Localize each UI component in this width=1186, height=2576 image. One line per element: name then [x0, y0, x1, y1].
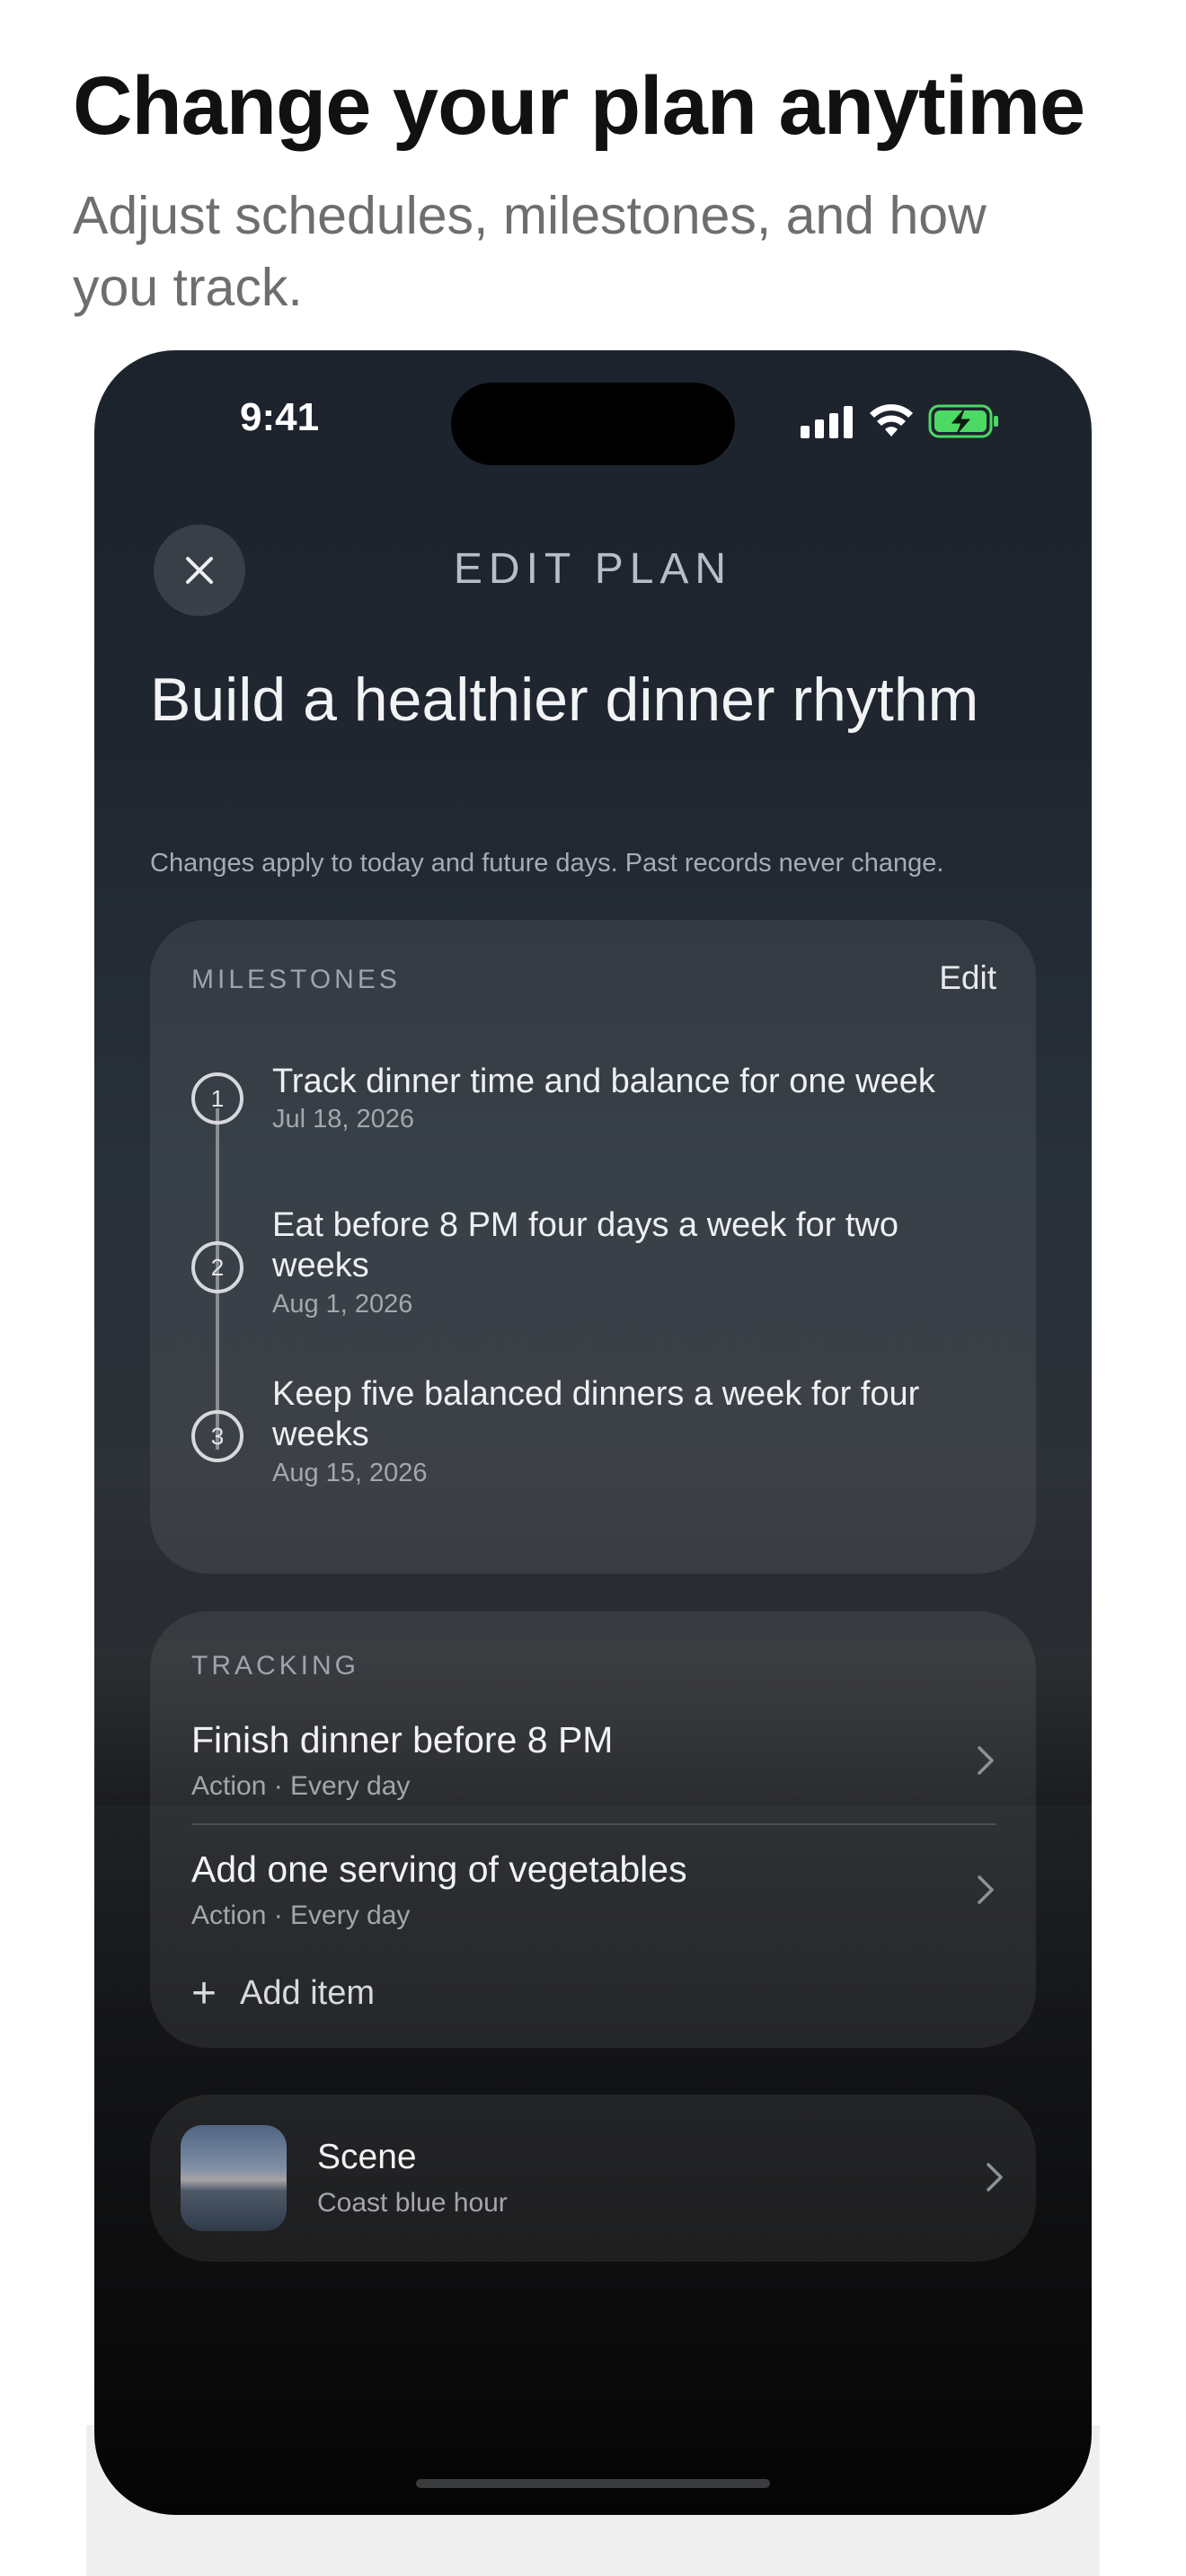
battery-charging-icon — [928, 404, 998, 438]
scene-card[interactable]: Scene Coast blue hour — [150, 2095, 1036, 2262]
plus-icon: + — [191, 1969, 217, 2017]
milestone-number: 2 — [191, 1241, 243, 1293]
milestone-number: 1 — [191, 1072, 243, 1125]
milestones-card: MILESTONES Edit 1 Track dinner time and … — [150, 920, 1036, 1574]
chevron-right-icon — [978, 1875, 994, 1904]
milestone-number: 3 — [191, 1410, 243, 1462]
milestone-date: Aug 1, 2026 — [272, 1290, 413, 1319]
tracking-item-subtitle: Action · Every day — [191, 1901, 411, 1930]
milestone-date: Aug 15, 2026 — [272, 1459, 428, 1487]
scene-title: Scene — [317, 2138, 417, 2176]
chevron-right-icon — [987, 2163, 1003, 2192]
promo-headline: Change your plan anytime — [73, 60, 1085, 152]
home-indicator[interactable] — [416, 2479, 770, 2488]
edit-milestones-button[interactable]: Edit — [939, 959, 996, 997]
tracking-row[interactable]: Finish dinner before 8 PM Action · Every… — [191, 1719, 996, 1801]
tracking-item-subtitle: Action · Every day — [191, 1771, 411, 1801]
tracking-item-title: Finish dinner before 8 PM — [191, 1719, 614, 1760]
tracking-card: TRACKING Finish dinner before 8 PM Actio… — [150, 1611, 1036, 2048]
wifi-icon — [870, 404, 913, 437]
status-time: 9:41 — [240, 395, 320, 439]
plan-title: Build a healthier dinner rhythm — [150, 666, 979, 734]
milestone-date: Jul 18, 2026 — [272, 1105, 415, 1134]
dynamic-island — [451, 383, 735, 465]
scene-subtitle: Coast blue hour — [317, 2188, 508, 2218]
milestone-title: Eat before 8 PM four days a week for two… — [272, 1206, 899, 1284]
scene-thumbnail — [181, 2125, 287, 2231]
add-item-label: Add item — [240, 1974, 375, 2012]
add-item-button[interactable]: + Add item — [191, 1969, 375, 2017]
promo-subhead: Adjust schedules, milestones, and how yo… — [73, 186, 987, 317]
row-divider — [191, 1823, 996, 1825]
tracking-item-title: Add one serving of vegetables — [191, 1848, 687, 1890]
chevron-right-icon — [978, 1746, 994, 1775]
changes-note: Changes apply to today and future days. … — [150, 849, 944, 878]
screen-title: EDIT PLAN — [453, 545, 733, 593]
signal-icon — [801, 406, 853, 438]
milestones-label: MILESTONES — [191, 965, 401, 994]
phone-screen: 9:41 EDIT PLAN Build a healthier dinner … — [94, 350, 1092, 2515]
milestone-title: Keep five balanced dinners a week for fo… — [272, 1375, 920, 1453]
tracking-row[interactable]: Add one serving of vegetables Action · E… — [191, 1848, 996, 1930]
tracking-label: TRACKING — [191, 1651, 360, 1681]
milestone-title: Track dinner time and balance for one we… — [272, 1063, 935, 1100]
